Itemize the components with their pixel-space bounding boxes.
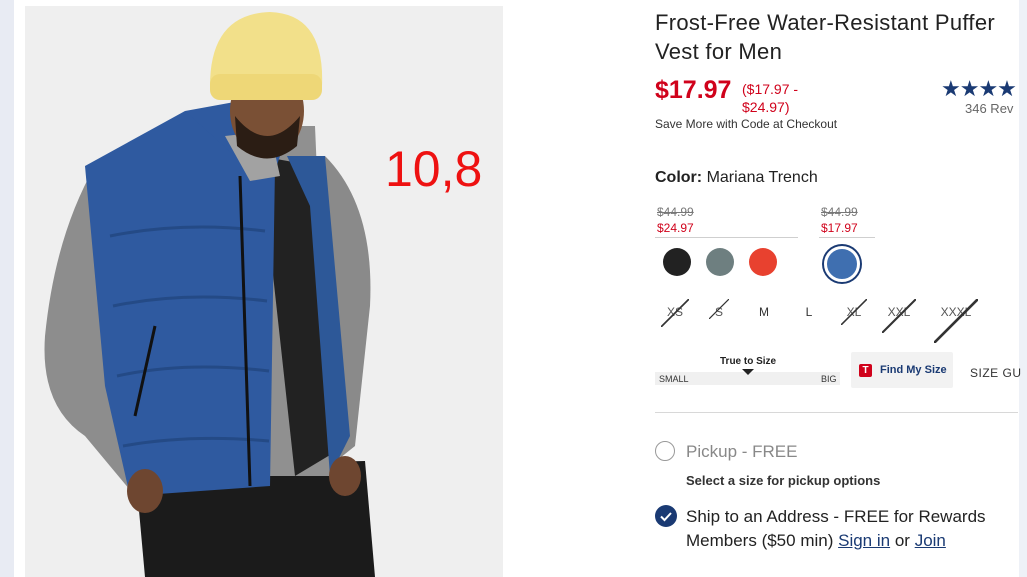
fit-marker-icon — [742, 369, 754, 375]
color-group-prices: $44.99 $17.97 — [821, 204, 858, 236]
product-photo-illustration — [25, 6, 503, 577]
page-edge-right — [1019, 0, 1027, 577]
promo-text: Save More with Code at Checkout — [655, 117, 838, 131]
unavailable-strike-icon — [661, 299, 689, 327]
swatch-slate-grey[interactable] — [706, 248, 734, 276]
swatch-mariana-trench-selected[interactable] — [824, 246, 860, 282]
group-price: $17.97 — [821, 221, 858, 235]
unavailable-strike-icon — [709, 299, 729, 319]
group-price: $24.97 — [657, 221, 694, 235]
size-guide-link[interactable]: SIZE GU — [970, 366, 1022, 380]
product-title: Frost-Free Water-Resistant Puffer Vest f… — [655, 10, 995, 64]
tape-measure-icon: T — [859, 364, 872, 377]
fit-rating-label: True to Size — [720, 356, 777, 367]
fit-scale-big: BIG — [821, 374, 837, 384]
sale-price: $17.97 — [655, 76, 732, 104]
pickup-radio[interactable] — [655, 441, 675, 461]
product-image[interactable] — [25, 6, 503, 577]
old-price: $44.99 — [657, 205, 694, 219]
size-xxl[interactable]: XXL — [882, 299, 916, 333]
ship-checkmark-icon[interactable] — [655, 505, 677, 527]
fit-scale-small: SMALL — [659, 374, 689, 384]
color-value: Mariana Trench — [706, 169, 818, 186]
group-divider — [819, 237, 875, 238]
color-selection-label: Color: Mariana Trench — [655, 169, 818, 187]
size-xl[interactable]: XL — [841, 299, 867, 325]
unavailable-strike-icon — [882, 299, 916, 333]
find-my-size-button[interactable]: T Find My Size — [851, 352, 953, 388]
join-link[interactable]: Join — [915, 531, 946, 550]
swatch-black[interactable] — [663, 248, 691, 276]
size-xs[interactable]: XS — [661, 299, 689, 327]
price-range: ($17.97 - $24.97) — [742, 81, 799, 115]
overlay-annotation-number: 10,8 — [385, 141, 483, 197]
section-divider — [655, 412, 1018, 413]
or-text: or — [894, 531, 910, 550]
color-group-prices: $44.99 $24.97 — [657, 204, 694, 236]
pickup-option-label[interactable]: Pickup - FREE — [686, 442, 797, 462]
rating-stars[interactable]: ★★★★ — [941, 76, 1017, 102]
size-label: M — [759, 305, 769, 319]
unavailable-strike-icon — [841, 299, 867, 325]
reviews-count-link[interactable]: 346 Rev — [965, 101, 1013, 116]
ship-option[interactable]: Ship to an Address - FREE for Rewards Me… — [686, 505, 1021, 553]
size-l[interactable]: L — [803, 305, 815, 319]
size-label: L — [805, 305, 813, 319]
sign-in-link[interactable]: Sign in — [838, 531, 890, 550]
pickup-hint: Select a size for pickup options — [686, 473, 881, 488]
unavailable-strike-icon — [934, 299, 978, 343]
size-m[interactable]: M — [757, 305, 771, 319]
color-label: Color: — [655, 169, 703, 186]
page-edge-left — [0, 0, 14, 577]
old-price: $44.99 — [821, 205, 858, 219]
check-icon — [660, 512, 672, 522]
size-s[interactable]: S — [709, 299, 729, 319]
group-divider — [655, 237, 798, 238]
find-my-size-label: Find My Size — [880, 364, 947, 376]
swatch-red[interactable] — [749, 248, 777, 276]
size-xxxl[interactable]: XXXL — [934, 299, 978, 343]
